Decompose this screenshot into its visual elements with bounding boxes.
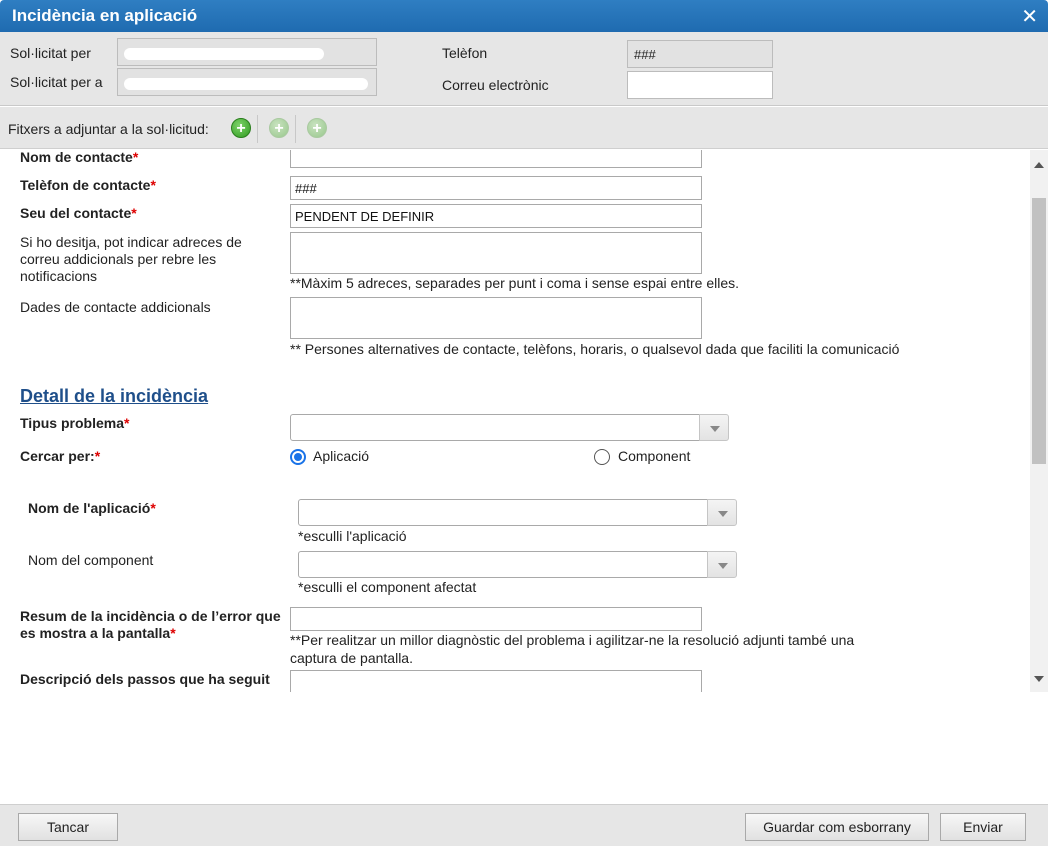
chevron-down-icon: [710, 426, 720, 432]
summary-input[interactable]: [290, 607, 702, 631]
app-name-select[interactable]: [298, 499, 708, 526]
radio-application-label[interactable]: Aplicació: [313, 448, 369, 465]
contact-site-input[interactable]: PENDENT DE DEFINIR: [290, 204, 702, 228]
contact-phone-label: Telèfon de contacte*: [20, 177, 156, 193]
close-button[interactable]: Tancar: [18, 813, 118, 841]
chevron-down-icon: [718, 563, 728, 569]
requested-by-field: [117, 38, 377, 66]
attachments-label: Fitxers a adjuntar a la sol·licitud:: [8, 121, 209, 137]
radio-component[interactable]: [594, 449, 610, 465]
problem-type-label: Tipus problema*: [20, 415, 130, 431]
email-label: Correu electrònic: [442, 77, 549, 93]
steps-textarea[interactable]: [290, 670, 702, 692]
add-attachment-icon[interactable]: +: [231, 118, 251, 138]
email-field: [627, 71, 773, 99]
attachments-bar: Fitxers a adjuntar a la sol·licitud: + +…: [0, 107, 1048, 149]
summary-label: Resum de la incidència o de l’error que …: [20, 608, 281, 641]
requested-by-label: Sol·licitat per: [10, 45, 91, 61]
app-name-dropdown-button[interactable]: [707, 499, 737, 526]
requested-for-label: Sol·licitat per a: [10, 74, 103, 90]
extra-contact-textarea[interactable]: [290, 297, 702, 339]
contact-site-label: Seu del contacte*: [20, 205, 137, 221]
add-attachment-disabled-icon: +: [269, 118, 289, 138]
dialog-title: Incidència en aplicació: [12, 6, 198, 25]
scroll-up-icon[interactable]: [1034, 162, 1044, 168]
app-name-hint: *esculli l'aplicació: [298, 528, 407, 544]
summary-hint: **Per realitzar un millor diagnòstic del…: [290, 632, 855, 666]
requester-info-panel: Sol·licitat per Sol·licitat per a Telèfo…: [0, 32, 1048, 106]
scroll-down-icon[interactable]: [1034, 676, 1044, 682]
add-attachment-disabled-icon: +: [307, 118, 327, 138]
contact-name-input[interactable]: [290, 150, 702, 168]
component-name-hint: *esculli el component afectat: [298, 579, 477, 595]
close-icon[interactable]: ✕: [1021, 4, 1038, 29]
extra-contact-label: Dades de contacte addicionals: [20, 299, 211, 315]
contact-phone-input[interactable]: ###: [290, 176, 702, 200]
form-scrollbar[interactable]: [1030, 150, 1048, 692]
form-scroll-area[interactable]: Nom de contacte* Telèfon de contacte* ##…: [0, 150, 1048, 692]
requested-for-field: [117, 68, 377, 96]
component-name-label: Nom del component: [28, 552, 154, 568]
phone-field: ###: [627, 40, 773, 68]
contact-name-label: Nom de contacte*: [20, 150, 139, 165]
problem-type-select[interactable]: [290, 414, 700, 441]
dialog-footer: Tancar Guardar com esborrany Enviar: [0, 804, 1048, 846]
component-name-dropdown-button[interactable]: [707, 551, 737, 578]
scrollbar-thumb[interactable]: [1032, 198, 1046, 464]
detail-section-title: Detall de la incidència: [20, 386, 209, 406]
radio-application[interactable]: [290, 449, 306, 465]
toolbar-separator: [295, 115, 296, 143]
component-name-select[interactable]: [298, 551, 708, 578]
search-by-label: Cercar per:*: [20, 448, 101, 464]
phone-label: Telèfon: [442, 45, 488, 61]
save-draft-button[interactable]: Guardar com esborrany: [745, 813, 929, 841]
chevron-down-icon: [718, 511, 728, 517]
extra-emails-label: Si ho desitja, pot indicar adreces de co…: [20, 234, 242, 284]
steps-label: Descripció dels passos que ha seguit: [20, 671, 270, 687]
problem-type-dropdown-button[interactable]: [699, 414, 729, 441]
extra-emails-textarea[interactable]: [290, 232, 702, 274]
extra-contact-hint: ** Persones alternatives de contacte, te…: [290, 341, 900, 357]
toolbar-separator: [257, 115, 258, 143]
extra-emails-hint: **Màxim 5 adreces, separades per punt i …: [290, 275, 740, 291]
dialog-titlebar: Incidència en aplicació ✕: [0, 0, 1048, 32]
app-name-label: Nom de l'aplicació*: [28, 500, 156, 516]
radio-component-label[interactable]: Component: [618, 448, 690, 465]
send-button[interactable]: Enviar: [940, 813, 1026, 841]
